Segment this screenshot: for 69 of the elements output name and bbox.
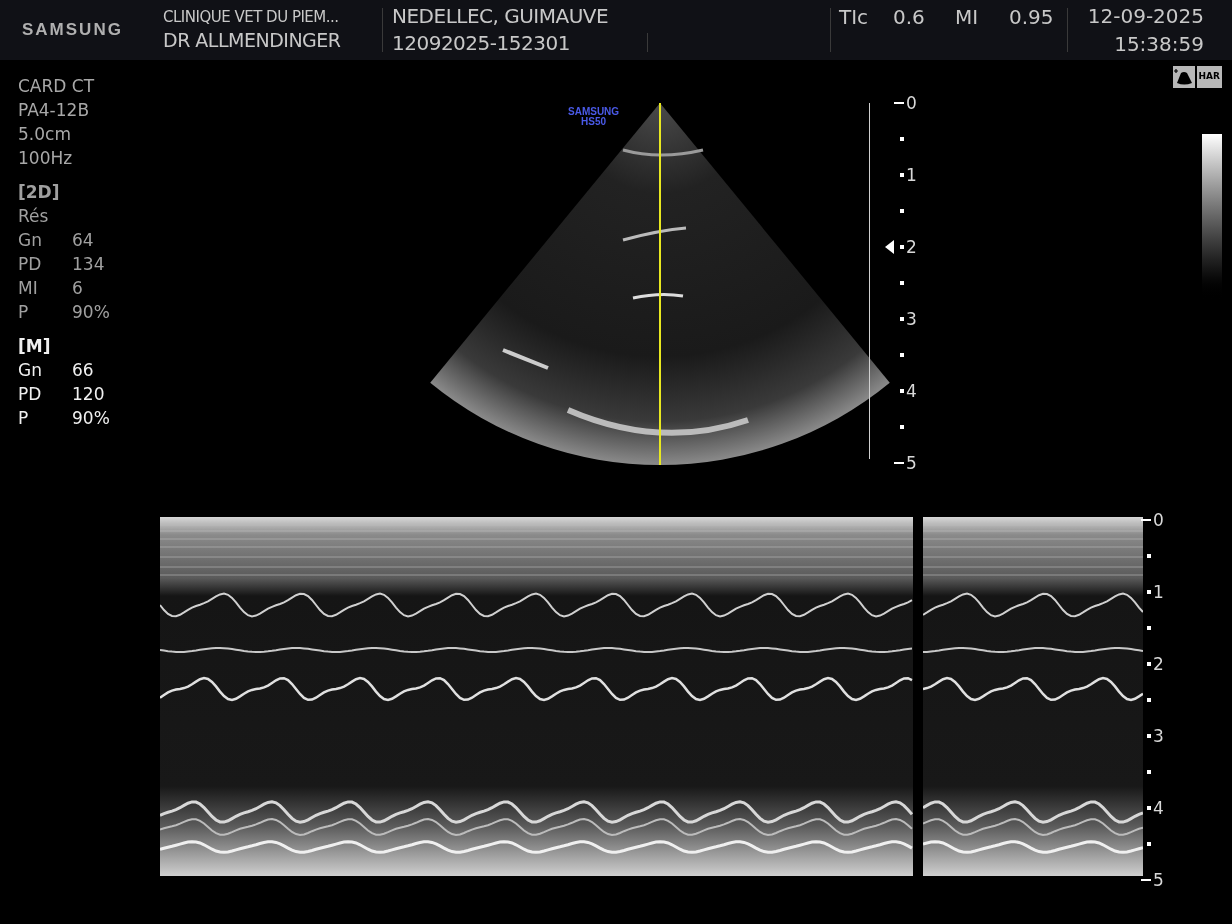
parameter-value: 120	[72, 383, 105, 406]
depth-label: 2	[906, 238, 917, 256]
time-text: 15:38:59	[1114, 31, 1204, 58]
scale-tick	[900, 173, 904, 177]
scale-tick	[894, 102, 904, 104]
mode-group-title: [M]	[18, 335, 52, 358]
probe-info-text: 100Hz	[18, 147, 74, 170]
probe-sector-icon	[1172, 66, 1195, 88]
scale-tick	[894, 462, 904, 464]
depth-label: 4	[906, 382, 917, 400]
parameter-label: PD	[18, 383, 43, 406]
depth-label: 0	[1153, 511, 1164, 529]
depth-label: 1	[1153, 583, 1164, 601]
parameter-label: Rés	[18, 205, 50, 228]
index-value: 0.6	[893, 4, 926, 31]
probe-info-text: 5.0cm	[18, 123, 72, 146]
depth-label: 1	[906, 166, 917, 184]
parameter-value: 134	[72, 253, 105, 276]
patient-name: NEDELLEC, GUIMAUVE	[392, 3, 610, 29]
scale-tick	[1141, 879, 1151, 881]
scale-tick	[1147, 698, 1151, 702]
operator-name: DR ALLMENDINGER	[163, 28, 342, 53]
depth-label: 2	[1153, 655, 1164, 673]
scale-tick	[1147, 554, 1151, 558]
parameter-value: 66	[72, 359, 94, 382]
parameter-label: MI	[18, 277, 39, 300]
depth-label: 0	[906, 94, 917, 112]
depth-label: 5	[1153, 871, 1164, 889]
depth-label: 4	[1153, 799, 1164, 817]
parameter-label: Gn	[18, 229, 43, 252]
harmonic-mode-badge: HAR	[1196, 66, 1222, 88]
depth-label: 3	[1153, 727, 1164, 745]
probe-info-text: CARD CT	[18, 75, 96, 98]
scale-tick	[1147, 626, 1151, 630]
scale-tick	[1147, 806, 1151, 810]
index-label: TIc	[839, 4, 870, 31]
scale-tick	[900, 137, 904, 141]
scale-tick	[1147, 770, 1151, 774]
image-logo: SAMSUNG HS50	[568, 107, 620, 127]
date-text: 12-09-2025	[1087, 3, 1204, 30]
scale-tick	[900, 353, 904, 357]
parameter-value: 90%	[72, 301, 110, 324]
scale-tick	[1147, 842, 1151, 846]
index-label: MI	[955, 4, 980, 31]
patient-id: 12092025-152301	[392, 30, 571, 57]
depth-label: 5	[906, 454, 917, 472]
brand-logo: SAMSUNG	[22, 19, 123, 42]
scale-tick	[1147, 590, 1151, 594]
parameter-label: PD	[18, 253, 43, 276]
scale-tick	[900, 245, 904, 249]
parameter-value: 6	[72, 277, 83, 300]
index-value: 0.95	[1009, 4, 1055, 31]
scale-tick	[900, 281, 904, 285]
scale-tick	[900, 209, 904, 213]
scale-tick	[1141, 519, 1151, 521]
scale-tick	[900, 317, 904, 321]
scale-tick	[900, 389, 904, 393]
institution-name: CLINIQUE VET DU PIEM...	[163, 7, 340, 27]
mode-group-title: [2D]	[18, 181, 61, 204]
parameter-value: 64	[72, 229, 94, 252]
parameter-label: Gn	[18, 359, 43, 382]
parameter-value: 90%	[72, 407, 110, 430]
scale-tick	[900, 425, 904, 429]
depth-label: 3	[906, 310, 917, 328]
scale-tick	[1147, 662, 1151, 666]
scale-tick	[1147, 734, 1151, 738]
parameter-label: P	[18, 301, 30, 324]
parameter-label: P	[18, 407, 30, 430]
probe-info-text: PA4-12B	[18, 99, 91, 122]
